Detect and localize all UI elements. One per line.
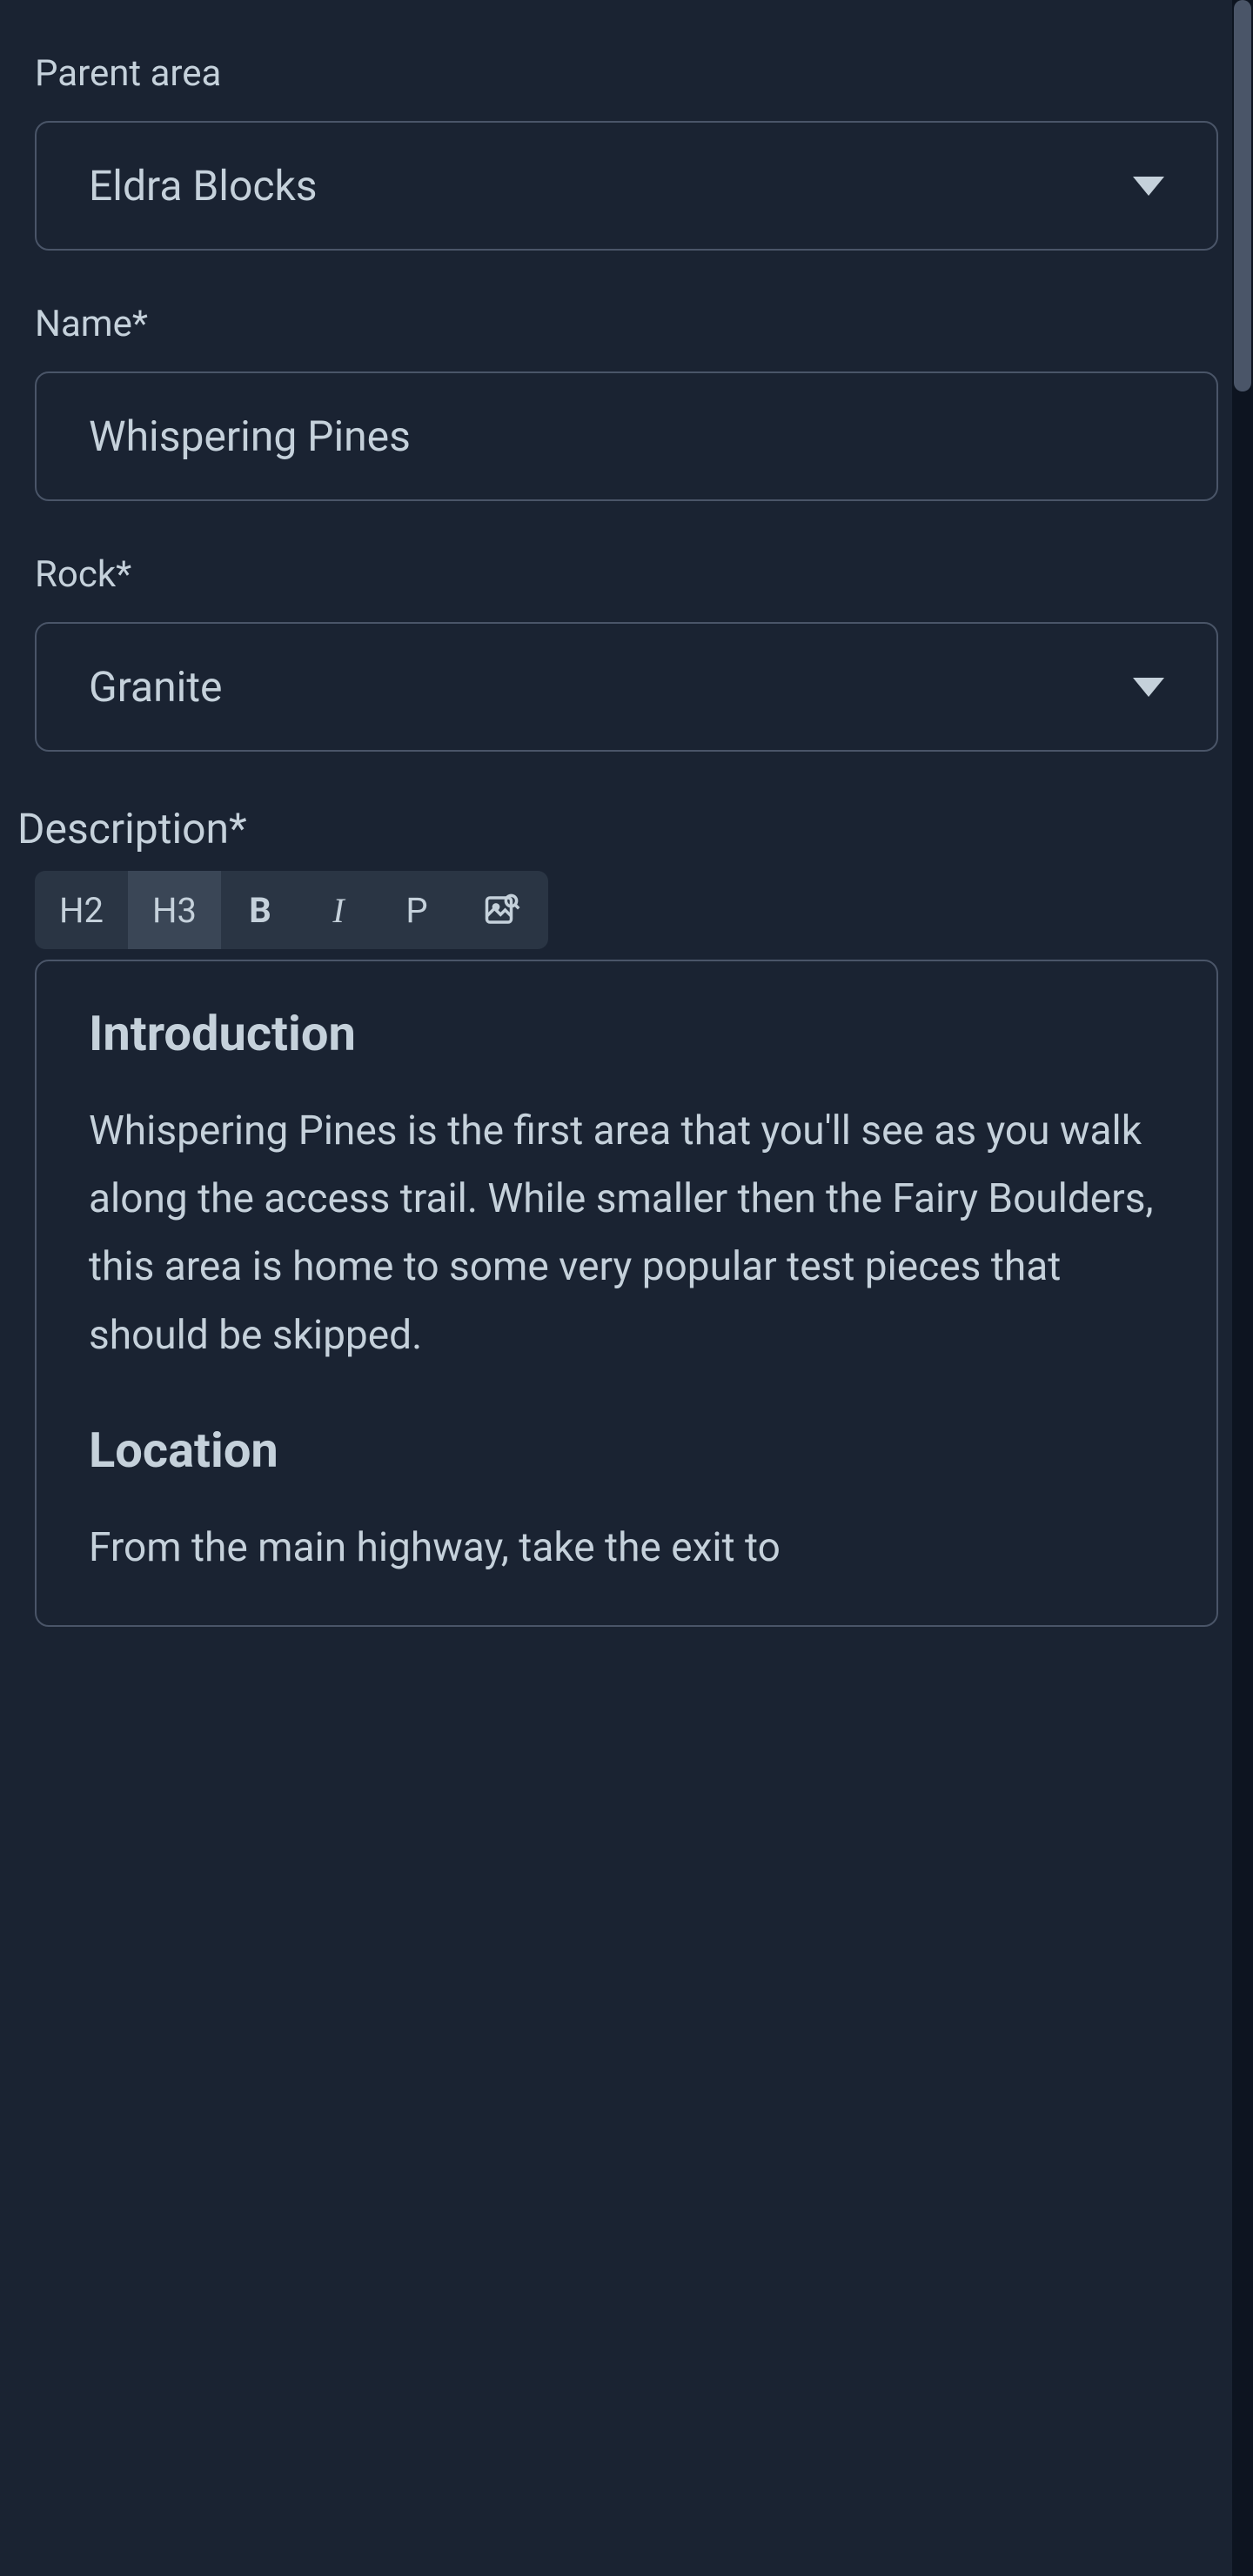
dropdown-icon bbox=[1133, 678, 1164, 697]
description-editor[interactable]: Introduction Whispering Pines is the fir… bbox=[35, 960, 1218, 1627]
name-label: Name* bbox=[35, 303, 1218, 345]
scrollbar[interactable] bbox=[1232, 0, 1253, 2576]
parent-area-label: Parent area bbox=[35, 52, 1218, 95]
rock-select[interactable]: Granite bbox=[35, 622, 1218, 752]
dropdown-icon bbox=[1133, 177, 1164, 196]
editor-heading: Introduction bbox=[89, 1005, 1164, 1062]
paragraph-button[interactable]: P bbox=[378, 871, 456, 949]
description-label: Description* bbox=[17, 804, 1218, 853]
image-search-icon bbox=[480, 892, 524, 928]
editor-heading: Location bbox=[89, 1422, 1164, 1479]
h2-button[interactable]: H2 bbox=[35, 871, 128, 949]
image-button[interactable] bbox=[456, 871, 548, 949]
name-input[interactable] bbox=[35, 371, 1218, 501]
scrollbar-thumb[interactable] bbox=[1234, 0, 1251, 391]
h3-button[interactable]: H3 bbox=[128, 871, 221, 949]
editor-paragraph: From the main highway, take the exit to bbox=[89, 1514, 1164, 1582]
bold-button[interactable]: B bbox=[221, 871, 299, 949]
rock-value: Granite bbox=[89, 662, 222, 712]
editor-toolbar: H2 H3 B I P bbox=[35, 871, 1218, 949]
parent-area-select[interactable]: Eldra Blocks bbox=[35, 121, 1218, 251]
parent-area-value: Eldra Blocks bbox=[89, 161, 318, 211]
rock-label: Rock* bbox=[35, 553, 1218, 596]
editor-paragraph: Whispering Pines is the first area that … bbox=[89, 1097, 1164, 1369]
italic-button[interactable]: I bbox=[299, 871, 378, 949]
